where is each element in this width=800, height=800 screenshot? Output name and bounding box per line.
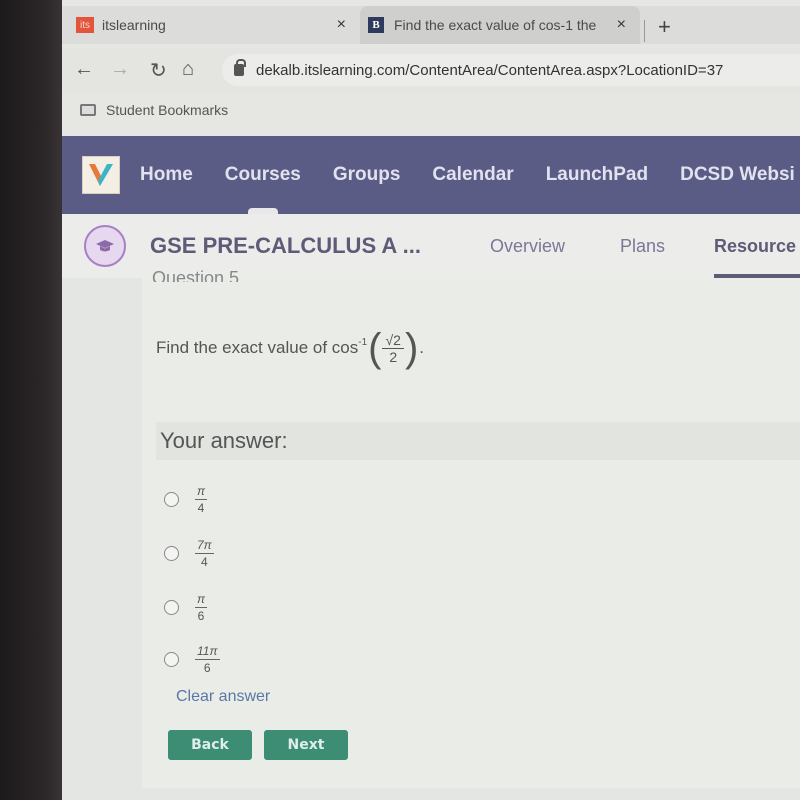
tab-overview[interactable]: Overview xyxy=(490,236,565,257)
close-tab-icon[interactable]: × xyxy=(617,16,626,34)
question-heading: Question 5 xyxy=(152,268,240,282)
prompt-fraction: √2 2 xyxy=(382,332,404,365)
nav-dcsd-website[interactable]: DCSD Websi xyxy=(680,164,795,186)
option-numerator: 7π xyxy=(195,538,214,554)
fraction-numerator: √2 xyxy=(382,332,404,349)
site-navigation: Home Courses Groups Calendar LaunchPad D… xyxy=(62,136,800,214)
your-answer-label: Your answer: xyxy=(156,422,800,460)
content-area: Question 5 Find the exact value of cos -… xyxy=(62,268,800,800)
option-denominator: 6 xyxy=(197,609,205,623)
option-denominator: 4 xyxy=(201,555,208,569)
reload-icon[interactable]: ↻ xyxy=(150,58,167,83)
option-fraction: 7π 4 xyxy=(195,538,214,569)
forward-arrow-icon[interactable]: → xyxy=(110,58,130,81)
tab-resources[interactable]: Resource xyxy=(714,236,796,257)
radio-button[interactable] xyxy=(164,652,179,667)
nav-home[interactable]: Home xyxy=(140,164,193,186)
radio-button[interactable] xyxy=(164,546,179,561)
url-text: dekalb.itslearning.com/ContentArea/Conte… xyxy=(256,61,724,79)
option-fraction: π 6 xyxy=(195,592,208,623)
option-denominator: 6 xyxy=(203,661,211,675)
answer-option-3[interactable]: π 6 xyxy=(164,592,208,623)
itslearning-favicon-icon: its xyxy=(76,17,94,33)
close-tab-icon[interactable]: × xyxy=(337,16,346,34)
option-numerator: 11π xyxy=(195,644,220,660)
browser-window: its itslearning × B Find the exact value… xyxy=(62,0,800,800)
left-paren: ( xyxy=(368,326,382,370)
radio-button[interactable] xyxy=(164,600,179,615)
nav-calendar[interactable]: Calendar xyxy=(432,164,513,186)
radio-button[interactable] xyxy=(164,492,179,507)
course-avatar xyxy=(84,225,126,267)
inverse-superscript: -1 xyxy=(358,336,368,348)
new-tab-button[interactable]: + xyxy=(658,14,671,40)
course-title[interactable]: GSE PRE-CALCULUS A ... xyxy=(150,233,460,259)
brainly-favicon-icon: B xyxy=(368,17,384,33)
right-paren: ) xyxy=(404,326,419,370)
district-logo[interactable] xyxy=(82,156,120,194)
option-denominator: 4 xyxy=(197,501,205,515)
monitor-bezel xyxy=(0,0,64,800)
tab-strip: its itslearning × B Find the exact value… xyxy=(62,6,800,44)
v-logo-icon xyxy=(89,164,113,186)
tab-plans[interactable]: Plans xyxy=(620,236,665,257)
address-bar[interactable]: dekalb.itslearning.com/ContentArea/Conte… xyxy=(222,54,800,86)
tab-find-exact-value[interactable]: B Find the exact value of cos-1 the × xyxy=(360,6,640,44)
tab-divider xyxy=(644,20,645,42)
bookmarks-bar: Student Bookmarks xyxy=(62,92,800,128)
home-icon[interactable]: ⌂ xyxy=(182,58,194,81)
option-fraction: π 4 xyxy=(195,484,208,515)
nav-groups[interactable]: Groups xyxy=(333,164,401,186)
fraction-denominator: 2 xyxy=(389,348,398,365)
option-fraction: 11π 6 xyxy=(195,644,220,675)
answer-option-2[interactable]: 7π 4 xyxy=(164,538,214,569)
answer-option-1[interactable]: π 4 xyxy=(164,484,208,515)
folder-icon xyxy=(80,104,96,116)
lock-icon xyxy=(234,59,246,76)
back-button[interactable]: Back xyxy=(168,730,252,760)
tab-title: Find the exact value of cos-1 the xyxy=(394,17,597,33)
prompt-period: . xyxy=(419,338,425,357)
browser-toolbar: ← → ↻ ⌂ dekalb.itslearning.com/ContentAr… xyxy=(62,48,800,92)
tab-itslearning[interactable]: its itslearning × xyxy=(76,6,356,44)
question-prompt: Find the exact value of cos -1 ( √2 2 ) … xyxy=(156,328,424,368)
answer-option-4[interactable]: 11π 6 xyxy=(164,644,220,675)
graduation-cap-icon xyxy=(96,240,114,252)
nav-launchpad[interactable]: LaunchPad xyxy=(546,164,648,186)
next-button[interactable]: Next xyxy=(264,730,348,760)
question-card: Question 5 Find the exact value of cos -… xyxy=(142,268,800,788)
clear-answer-link[interactable]: Clear answer xyxy=(176,688,270,706)
back-arrow-icon[interactable]: ← xyxy=(74,58,94,81)
bookmark-student-bookmarks[interactable]: Student Bookmarks xyxy=(106,102,228,118)
prompt-text: Find the exact value of cos xyxy=(156,338,359,357)
tab-title: itslearning xyxy=(102,17,166,33)
option-numerator: π xyxy=(195,484,208,500)
option-numerator: π xyxy=(195,592,208,608)
nav-courses[interactable]: Courses xyxy=(225,164,301,186)
